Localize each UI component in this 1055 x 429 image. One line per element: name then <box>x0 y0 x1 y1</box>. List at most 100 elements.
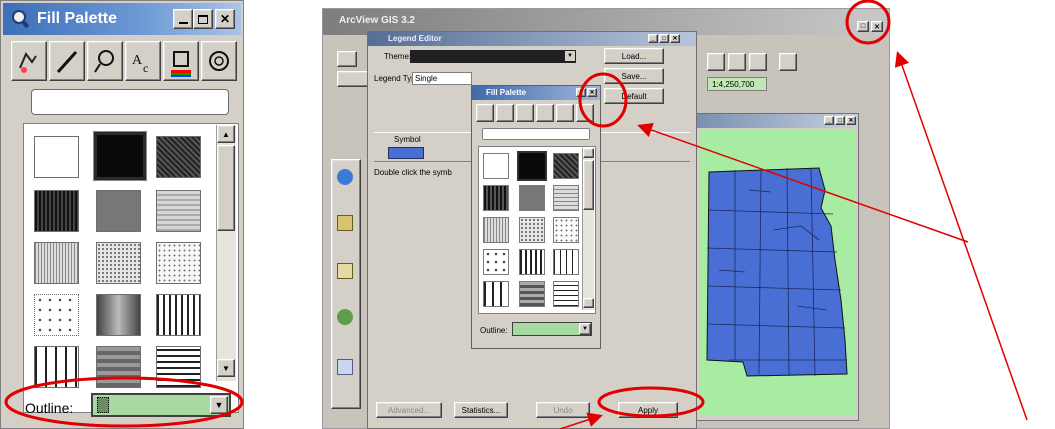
scroll-down-button[interactable] <box>583 298 594 308</box>
pattern-swatch[interactable] <box>519 217 545 243</box>
pattern-swatch[interactable] <box>553 185 579 211</box>
palette-tool-button[interactable] <box>201 41 237 81</box>
pattern-swatch[interactable] <box>34 294 79 336</box>
mini-symbol-toolbar <box>476 104 594 122</box>
pattern-swatch[interactable] <box>553 249 579 275</box>
pattern-swatch[interactable] <box>96 294 141 336</box>
statistics-label: Statistics... <box>461 405 501 415</box>
dropdown-button[interactable]: ▼ <box>210 396 228 414</box>
help-button[interactable] <box>779 53 797 71</box>
pattern-swatch[interactable] <box>156 136 201 178</box>
scroll-down-button[interactable]: ▼ <box>217 359 235 377</box>
restore-button[interactable]: □ <box>857 21 869 32</box>
pattern-swatch[interactable] <box>96 242 141 284</box>
zoom-in-button[interactable] <box>728 53 746 71</box>
zoom-extent-button[interactable] <box>707 53 725 71</box>
mini-marker-button[interactable] <box>516 104 534 122</box>
maximize-button[interactable] <box>193 9 213 29</box>
mini-outline-dropdown[interactable]: ▼ <box>512 322 592 336</box>
mini-color-button[interactable] <box>556 104 574 122</box>
load-button[interactable]: Load... <box>604 48 664 64</box>
pattern-swatch[interactable] <box>34 242 79 284</box>
pattern-swatch[interactable] <box>96 190 141 232</box>
minimize-button[interactable] <box>173 9 193 29</box>
scripts-icon[interactable] <box>337 359 353 375</box>
views-icon[interactable] <box>337 169 353 185</box>
advanced-button[interactable]: Advanced... <box>376 402 442 418</box>
mini-symbol-name-field[interactable] <box>482 128 590 140</box>
pattern-swatch[interactable] <box>553 153 579 179</box>
text-tool-button[interactable]: Ac <box>125 41 161 81</box>
map-view-titlebar[interactable]: _ □ ✕ <box>696 114 858 128</box>
scroll-thumb[interactable] <box>583 160 594 210</box>
zoom-out-button[interactable] <box>749 53 767 71</box>
color-tool-button[interactable] <box>163 41 199 81</box>
pattern-swatch[interactable] <box>519 249 545 275</box>
pattern-swatch[interactable] <box>553 217 579 243</box>
map-canvas[interactable] <box>699 130 855 416</box>
pattern-swatch[interactable] <box>519 185 545 211</box>
legend-editor-titlebar[interactable]: Legend Editor _ □ ✕ <box>368 32 696 46</box>
save-project-button[interactable] <box>337 51 357 67</box>
outline-dropdown[interactable]: ▼ <box>91 393 231 417</box>
pattern-swatch[interactable] <box>483 249 509 275</box>
pattern-scrollbar[interactable]: ▲ ▼ <box>216 125 236 381</box>
scroll-up-button[interactable]: ▲ <box>217 125 235 143</box>
undo-button[interactable]: Undo <box>536 402 590 418</box>
pattern-swatch-selected[interactable] <box>517 151 547 181</box>
pattern-swatch[interactable] <box>156 190 201 232</box>
pattern-swatch[interactable] <box>156 242 201 284</box>
legend-type-dropdown[interactable]: Single <box>412 72 472 85</box>
dropdown-button[interactable]: ▼ <box>565 51 575 61</box>
symbol-swatch[interactable] <box>388 147 424 159</box>
fill-palette-titlebar[interactable]: Fill Palette ✕ <box>3 3 241 35</box>
tables-icon[interactable] <box>337 215 353 231</box>
pattern-swatch[interactable] <box>34 136 79 178</box>
theme-dropdown[interactable]: ▼ <box>410 50 576 63</box>
map-maximize-button[interactable]: □ <box>835 116 845 125</box>
pattern-swatch[interactable] <box>483 281 509 307</box>
pattern-swatch-selected[interactable] <box>93 131 147 181</box>
main-close-button[interactable]: ✕ <box>871 21 883 32</box>
mini-palette-titlebar[interactable]: Fill Palette _ ✕ <box>472 86 600 100</box>
mini-text-button[interactable] <box>536 104 554 122</box>
marker-tool-button[interactable] <box>87 41 123 81</box>
scroll-up-button[interactable] <box>583 148 594 158</box>
default-button[interactable]: Default <box>604 88 664 104</box>
mini-minimize-button[interactable]: _ <box>576 88 586 97</box>
pattern-swatch[interactable] <box>483 153 509 179</box>
apply-button[interactable]: Apply <box>618 402 678 418</box>
legend-close-button[interactable]: ✕ <box>670 34 680 43</box>
mini-line-button[interactable] <box>496 104 514 122</box>
pattern-swatch[interactable] <box>156 346 201 388</box>
statistics-button[interactable]: Statistics... <box>454 402 508 418</box>
pattern-swatch[interactable] <box>34 190 79 232</box>
pattern-swatch[interactable] <box>483 185 509 211</box>
scroll-thumb[interactable] <box>217 145 235 231</box>
mini-fill-button[interactable] <box>476 104 494 122</box>
scale-field[interactable]: 1:4,250,700 <box>707 77 767 91</box>
close-button[interactable]: ✕ <box>215 9 235 29</box>
pattern-swatch[interactable] <box>96 346 141 388</box>
pattern-swatch[interactable] <box>156 294 201 336</box>
mini-scrollbar[interactable] <box>582 148 594 310</box>
pattern-swatch[interactable] <box>483 217 509 243</box>
legend-minimize-button[interactable]: _ <box>648 34 658 43</box>
mini-palette-button[interactable] <box>576 104 594 122</box>
layouts-icon[interactable] <box>337 309 353 325</box>
symbol-name-field[interactable] <box>31 89 229 115</box>
map-close-button[interactable]: ✕ <box>846 116 856 125</box>
fill-tool-button[interactable] <box>11 41 47 81</box>
charts-icon[interactable] <box>337 263 353 279</box>
identify-button[interactable] <box>337 71 369 87</box>
pattern-swatch[interactable] <box>34 346 79 388</box>
dropdown-button[interactable]: ▼ <box>579 323 591 335</box>
legend-maximize-button[interactable]: □ <box>659 34 669 43</box>
line-tool-button[interactable] <box>49 41 85 81</box>
county-map <box>706 167 848 377</box>
map-minimize-button[interactable]: _ <box>824 116 834 125</box>
pattern-swatch[interactable] <box>553 281 579 307</box>
save-button[interactable]: Save... <box>604 68 664 84</box>
mini-close-button[interactable]: ✕ <box>587 88 597 97</box>
pattern-swatch[interactable] <box>519 281 545 307</box>
